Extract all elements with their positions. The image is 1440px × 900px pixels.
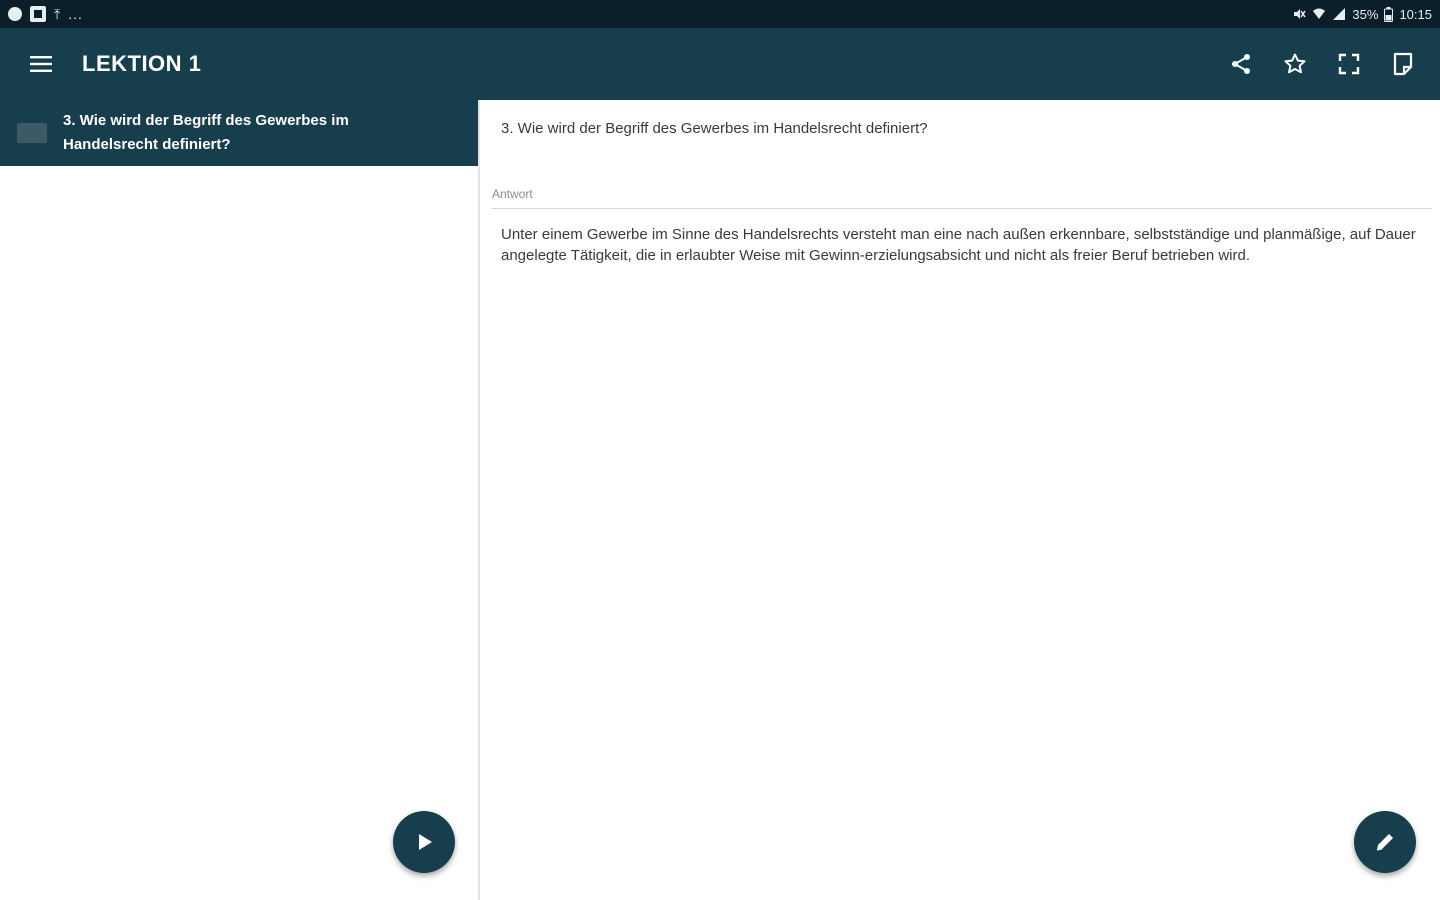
list-item[interactable]: 3. Wie wird der Begriff des Gewerbes im … — [0, 100, 478, 166]
card-detail-pane: 3. Wie wird der Begriff des Gewerbes im … — [482, 100, 1440, 900]
signal-icon — [1333, 8, 1346, 20]
toolbar-actions — [1214, 37, 1440, 91]
share-icon — [1232, 54, 1250, 74]
status-right: 35% 10:15 — [1292, 6, 1432, 22]
flipboard-icon — [30, 6, 46, 22]
favorite-button[interactable] — [1268, 37, 1322, 91]
answer-label: Antwort — [492, 187, 533, 201]
answer-divider — [492, 208, 1432, 209]
card-icon — [0, 123, 63, 143]
answer-text: Unter einem Gewerbe im Sinne des Handels… — [501, 226, 1416, 264]
play-icon — [419, 834, 432, 850]
app-toolbar: LEKTION 1 — [0, 28, 1440, 100]
share-button[interactable] — [1214, 37, 1268, 91]
tablet-icon — [1393, 52, 1413, 76]
fullscreen-icon — [1338, 53, 1360, 75]
battery-icon — [1384, 6, 1394, 22]
more-notifications: ... — [68, 6, 83, 22]
menu-button[interactable] — [0, 28, 82, 100]
upload-icon: ⤒ — [54, 6, 61, 22]
status-bar: ⤒ ... 35% 10:15 — [0, 0, 1440, 28]
battery-percent: 35% — [1352, 6, 1379, 22]
tablet-mode-button[interactable] — [1376, 37, 1430, 91]
page-title: LEKTION 1 — [82, 51, 202, 76]
mute-icon — [1294, 9, 1307, 19]
fullscreen-button[interactable] — [1322, 37, 1376, 91]
wifi-icon — [1313, 8, 1326, 19]
play-button[interactable] — [393, 811, 455, 873]
star-icon — [1284, 53, 1306, 74]
notification-dot-icon — [8, 7, 22, 21]
list-item-label: 3. Wie wird der Begriff des Gewerbes im … — [63, 112, 349, 153]
menu-icon — [30, 56, 52, 72]
pencil-icon — [1376, 834, 1393, 851]
edit-button[interactable] — [1354, 811, 1416, 873]
status-left: ⤒ ... — [8, 6, 83, 22]
card-list-pane: 3. Wie wird der Begriff des Gewerbes im … — [0, 100, 480, 900]
question-text: 3. Wie wird der Begriff des Gewerbes im … — [501, 120, 928, 137]
clock: 10:15 — [1399, 6, 1432, 22]
